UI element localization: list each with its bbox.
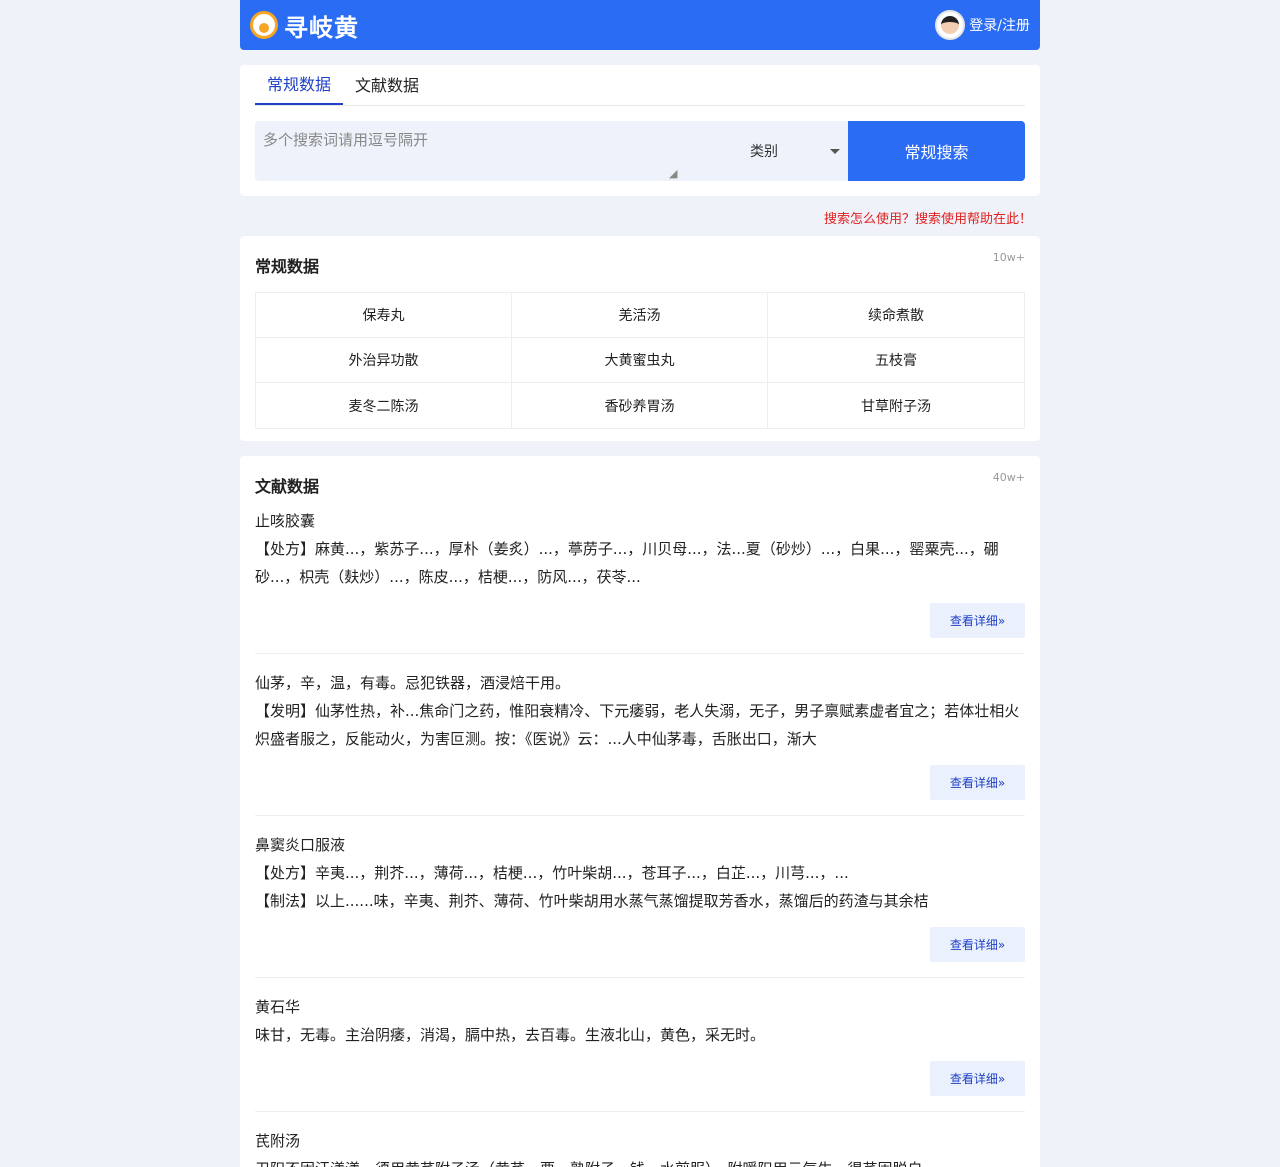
search-row: ◢ 类别 常规搜索 [255, 121, 1025, 181]
search-box: ◢ 类别 [255, 121, 848, 181]
resize-handle-icon[interactable]: ◢ [669, 167, 681, 180]
grid-item[interactable]: 五枝膏 [768, 338, 1024, 383]
regular-data-card: 常规数据 10w+ 保寿丸 羌活汤 续命煮散 外治异功散 大黄蜜虫丸 五枝膏 麦… [240, 236, 1040, 441]
top-header: 寻岐黄 登录/注册 [240, 0, 1040, 50]
item-title[interactable]: 芪附汤 [255, 1127, 1025, 1155]
tab-literature-data[interactable]: 文献数据 [343, 72, 431, 105]
list-item: 黄石华 味甘，无毒。主治阴痿，消渴，膈中热，去百毒。生液北山，黄色，采无时。 查… [255, 993, 1025, 1112]
logo-icon [250, 11, 278, 39]
item-title[interactable]: 止咳胶囊 [255, 507, 1025, 535]
view-detail-button[interactable]: 查看详细» [930, 603, 1025, 638]
view-detail-button[interactable]: 查看详细» [930, 927, 1025, 962]
search-tabs: 常规数据 文献数据 [255, 65, 1025, 106]
item-title[interactable]: 黄石华 [255, 993, 1025, 1021]
grid-item[interactable]: 外治异功散 [256, 338, 512, 383]
regular-data-grid: 保寿丸 羌活汤 续命煮散 外治异功散 大黄蜜虫丸 五枝膏 麦冬二陈汤 香砂养胃汤… [255, 292, 1025, 429]
item-text: 【制法】以上......味，辛夷、荆芥、薄荷、竹叶柴胡用水蒸气蒸馏提取芳香水，蒸… [255, 892, 929, 910]
count-badge: 40w+ [992, 471, 1025, 484]
grid-item[interactable]: 麦冬二陈汤 [256, 383, 512, 428]
category-select[interactable]: 类别 [736, 121, 848, 181]
list-item: 止咳胶囊 【处方】麻黄...，紫苏子...，厚朴（姜炙）...，葶苈子...，川… [255, 507, 1025, 654]
tab-regular-data[interactable]: 常规数据 [255, 71, 344, 105]
grid-item[interactable]: 羌活汤 [512, 293, 768, 338]
help-link[interactable]: 搜索怎么使用？搜索使用帮助在此！ [240, 196, 1040, 236]
search-input[interactable] [255, 121, 725, 181]
literature-list: 止咳胶囊 【处方】麻黄...，紫苏子...，厚朴（姜炙）...，葶苈子...，川… [255, 507, 1025, 1167]
search-button[interactable]: 常规搜索 [848, 121, 1025, 181]
category-label: 类别 [750, 144, 778, 160]
count-badge: 10w+ [992, 251, 1025, 264]
view-detail-button[interactable]: 查看详细» [930, 1061, 1025, 1096]
view-detail-button[interactable]: 查看详细» [930, 765, 1025, 800]
item-text: 【处方】辛夷...，荆芥...，薄荷...，桔梗...，竹叶柴胡...，苍耳子.… [255, 864, 849, 882]
item-text: 【发明】仙茅性热，补...焦命门之药，惟阳衰精冷、下元痿弱，老人失溺，无子，男子… [255, 702, 1020, 748]
brand[interactable]: 寻岐黄 [250, 8, 359, 43]
section-title: 文献数据 [255, 477, 320, 496]
login-register-link[interactable]: 登录/注册 [935, 10, 1030, 40]
item-text: 【处方】麻黄...，紫苏子...，厚朴（姜炙）...，葶苈子...，川贝母...… [255, 540, 999, 586]
page: 寻岐黄 登录/注册 常规数据 文献数据 ◢ 类别 常规搜索 搜索怎么使用？搜索使… [240, 0, 1040, 1167]
search-card: 常规数据 文献数据 ◢ 类别 常规搜索 [240, 65, 1040, 196]
grid-item[interactable]: 续命煮散 [768, 293, 1024, 338]
brand-name: 寻岐黄 [284, 13, 359, 42]
literature-card: 文献数据 40w+ 止咳胶囊 【处方】麻黄...，紫苏子...，厚朴（姜炙）..… [240, 456, 1040, 1167]
double-chevron-right-icon: » [997, 613, 1006, 628]
list-item: 鼻窦炎口服液 【处方】辛夷...，荆芥...，薄荷...，桔梗...，竹叶柴胡.… [255, 831, 1025, 978]
chevron-down-icon [830, 148, 840, 154]
double-chevron-right-icon: » [997, 937, 1006, 952]
grid-item[interactable]: 香砂养胃汤 [512, 383, 768, 428]
item-text: 味甘，无毒。主治阴痿，消渴，膈中热，去百毒。生液北山，黄色，采无时。 [255, 1026, 766, 1044]
grid-item[interactable]: 甘草附子汤 [768, 383, 1024, 428]
item-text: 卫阳不固汗漾漾，须用黄芪附子汤（黄芪、栗、熟附子、钱，水煎服），附暖阳用云气生，… [255, 1155, 1025, 1167]
avatar-icon [935, 10, 966, 40]
double-chevron-right-icon: » [997, 1071, 1006, 1086]
double-chevron-right-icon: » [997, 775, 1006, 790]
item-title[interactable]: 鼻窦炎口服液 [255, 831, 1025, 859]
list-item: 芪附汤 卫阳不固汗漾漾，须用黄芪附子汤（黄芪、栗、熟附子、钱，水煎服），附暖阳用… [255, 1127, 1025, 1167]
section-title: 常规数据 [255, 257, 320, 276]
grid-item[interactable]: 大黄蜜虫丸 [512, 338, 768, 383]
grid-item[interactable]: 保寿丸 [256, 293, 512, 338]
login-label: 登录/注册 [969, 18, 1030, 34]
item-title[interactable]: 仙茅，辛，温，有毒。忌犯铁器，酒浸焙干用。 [255, 669, 1025, 697]
list-item: 仙茅，辛，温，有毒。忌犯铁器，酒浸焙干用。 【发明】仙茅性热，补...焦命门之药… [255, 669, 1025, 816]
